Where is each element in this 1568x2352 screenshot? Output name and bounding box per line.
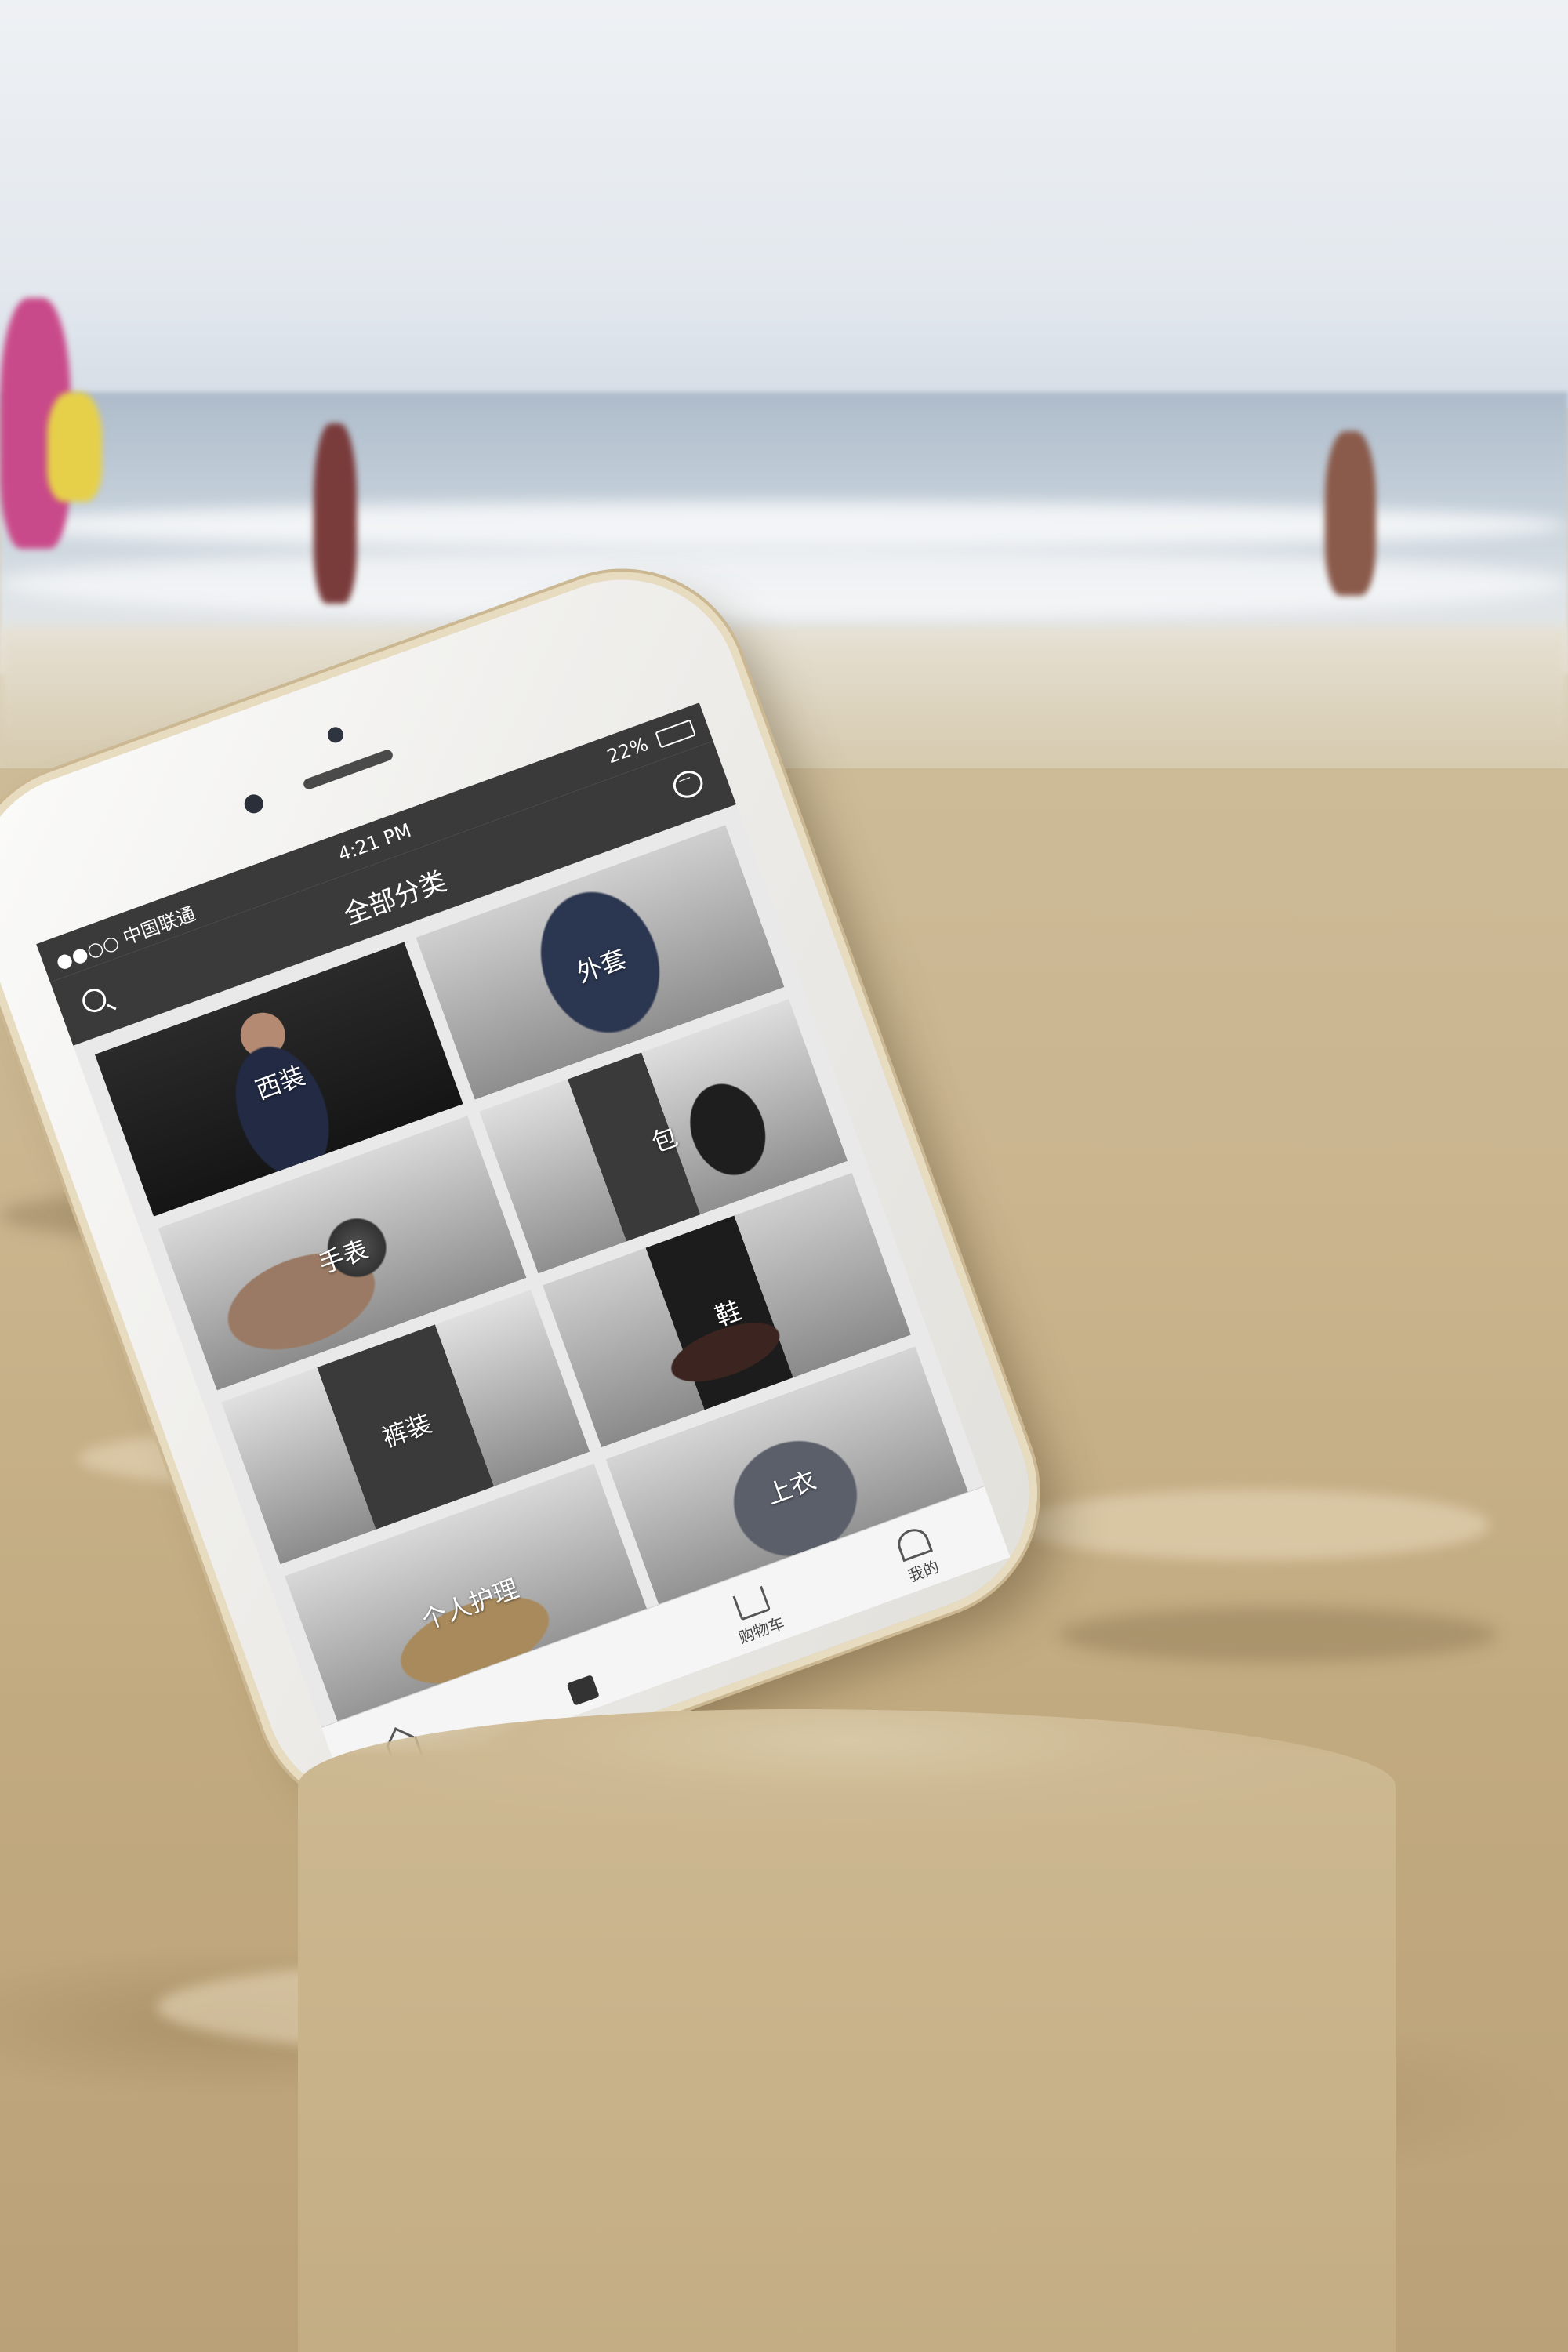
sand-shadow [1058,1607,1497,1662]
shopping-bag-icon [566,1674,600,1706]
user-icon [894,1524,933,1563]
sky [0,0,1568,408]
earpiece [302,748,394,791]
cart-icon [732,1585,771,1621]
tab-label: 我的 [906,1557,942,1586]
proximity-sensor [241,791,267,816]
beachgoer [314,423,357,604]
front-camera [325,724,346,746]
beachgoer [1325,431,1376,596]
float-ring [47,392,102,502]
sand-mound [298,1709,1396,2352]
battery-percent: 22% [604,732,652,768]
sand-ridge [1019,1490,1490,1560]
